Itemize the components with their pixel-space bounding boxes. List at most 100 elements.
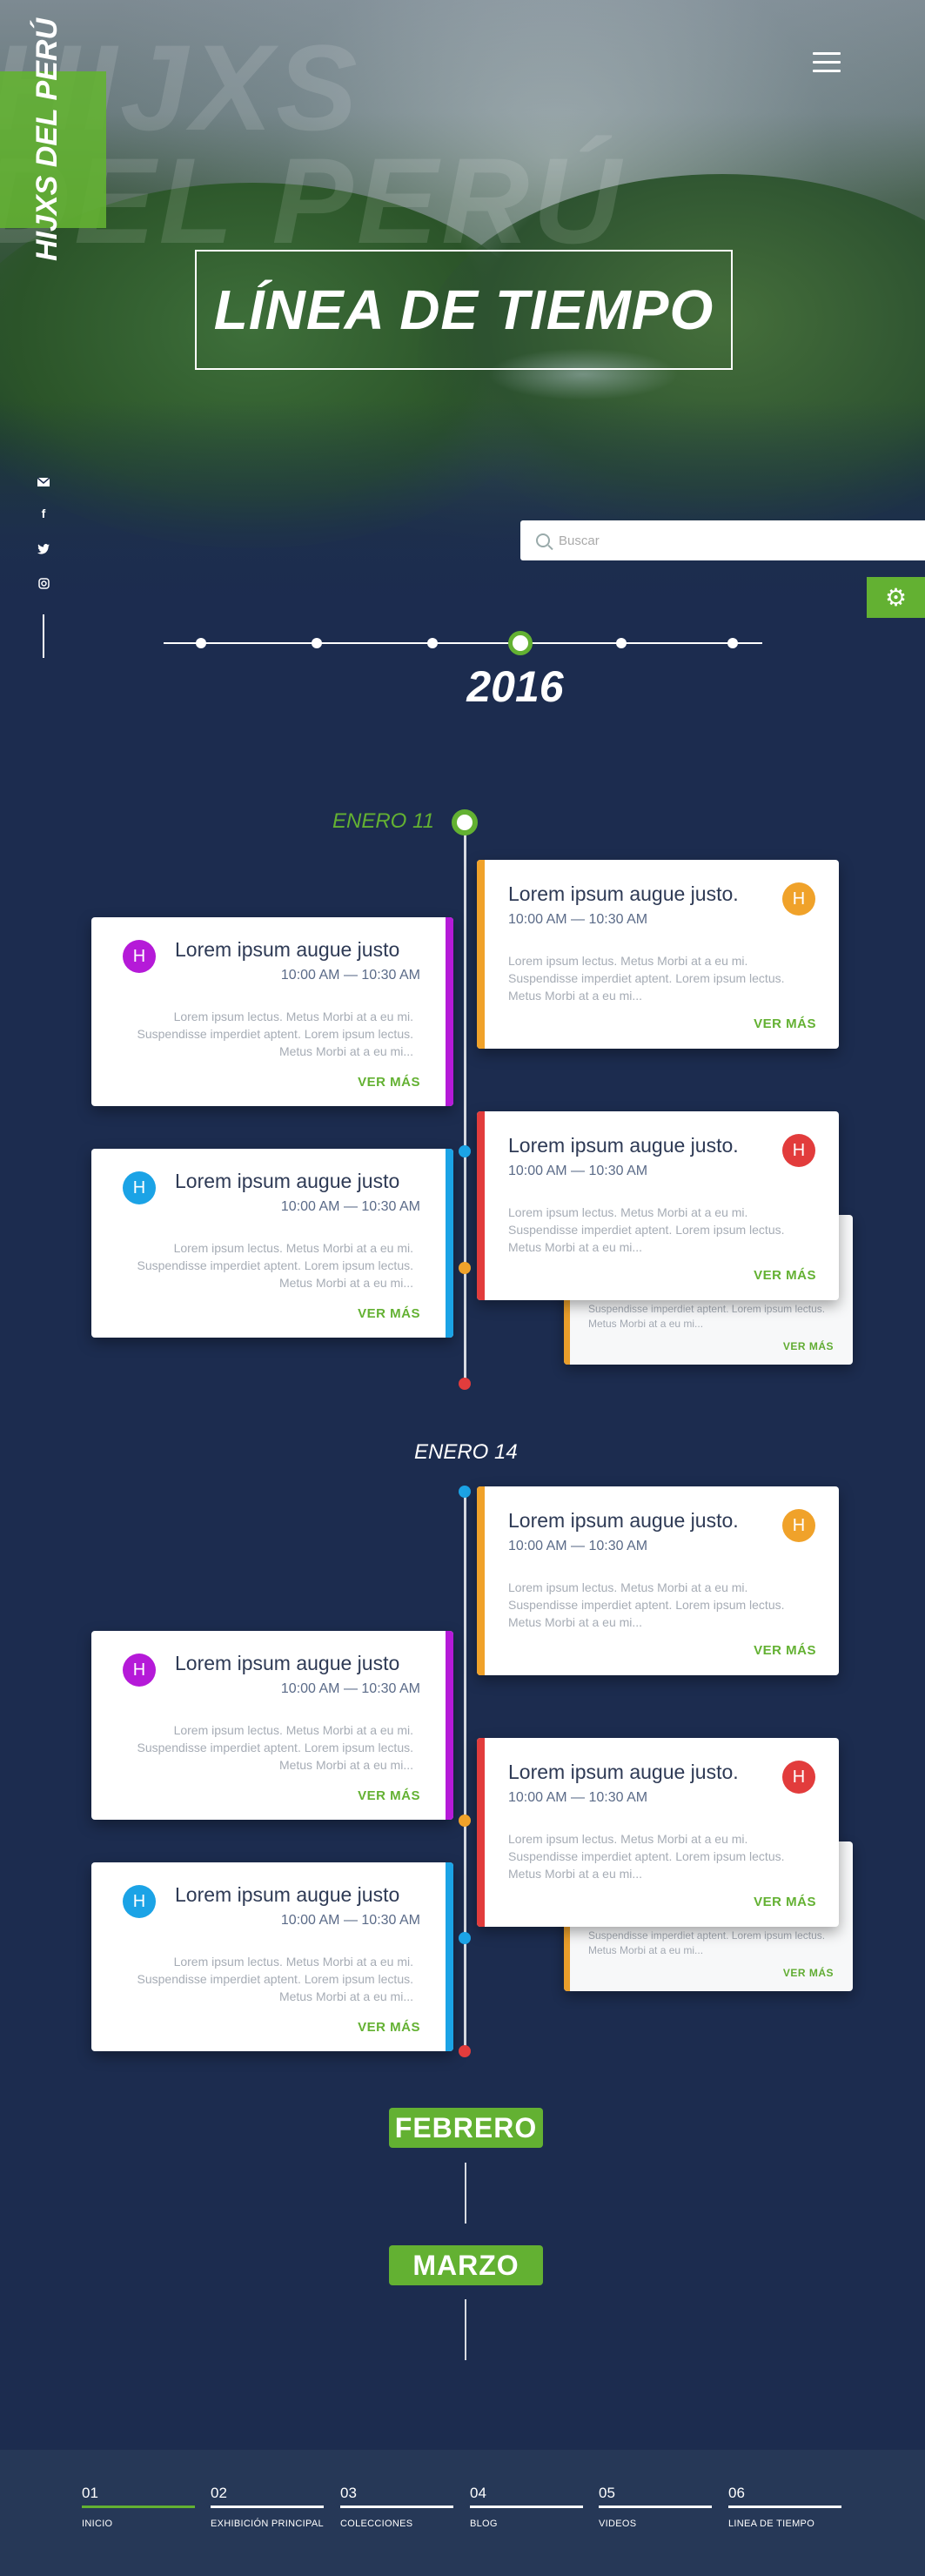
card-accent [446,1149,453,1338]
ver-mas-link[interactable]: VER MÁS [358,2020,420,2035]
ver-mas-link[interactable]: VER MÁS [783,1967,834,1979]
timeline-marker[interactable] [459,1932,471,1944]
twitter-icon[interactable] [35,543,52,557]
timeline-marker[interactable] [459,1815,471,1827]
footer-nav-item[interactable]: 03 COLECCIONES [340,2485,453,2529]
avatar: H [123,1885,156,1918]
card-time: 10:00 AM — 10:30 AM [508,1790,648,1805]
event-card[interactable]: Lorem ipsum augue justo. 10:00 AM — 10:3… [477,1486,839,1675]
hero-fade [0,400,925,627]
card-title: Lorem ipsum augue justo. [508,1134,739,1157]
card-body: Lorem ipsum lectus. Metus Morbi at a eu … [137,1723,414,1772]
nav-underline [211,2506,324,2508]
nav-underline [82,2506,195,2508]
card-body: Lorem ipsum lectus. Metus Morbi at a eu … [137,1241,414,1290]
avatar: H [123,940,156,973]
event-card[interactable]: H Lorem ipsum augue justo 10:00 AM — 10:… [91,917,453,1106]
nav-underline [599,2506,712,2508]
avatar: H [123,1654,156,1687]
timeline-axis [465,2299,466,2360]
ver-mas-link[interactable]: VER MÁS [754,1016,816,1031]
year-dot-active[interactable] [508,631,533,655]
event-card[interactable]: H Lorem ipsum augue justo 10:00 AM — 10:… [91,1631,453,1820]
hamburger-menu-icon[interactable] [813,52,841,73]
event-card[interactable]: H Lorem ipsum augue justo 10:00 AM — 10:… [91,1862,453,2051]
nav-number: 04 [470,2485,486,2501]
ver-mas-link[interactable]: VER MÁS [754,1895,816,1909]
search-bar[interactable] [520,520,925,560]
year-dot[interactable] [616,638,627,648]
ver-mas-link[interactable]: VER MÁS [358,1075,420,1090]
card-title: Lorem ipsum augue justo [175,1883,400,1906]
timeline-marker[interactable] [459,1378,471,1390]
avatar: H [782,1761,815,1794]
card-body: Lorem ipsum lectus. Metus Morbi at a eu … [137,1010,414,1058]
card-title: Lorem ipsum augue justo. [508,1509,739,1532]
card-accent [477,860,485,1049]
footer-nav-item[interactable]: 05 VIDEOS [599,2485,712,2529]
card-title: Lorem ipsum augue justo [175,1652,400,1674]
footer-nav-item[interactable]: 06 LINEA DE TIEMPO [728,2485,841,2529]
avatar: H [782,1134,815,1167]
footer-nav-item[interactable]: 01 INICIO [82,2485,195,2529]
footer-nav-item[interactable]: 02 EXHIBICIÓN PRINCIPAL [211,2485,324,2529]
social-divider [43,614,44,658]
nav-number: 05 [599,2485,615,2501]
brand-logo[interactable]: HIJXS DEL PERÚ [30,18,64,261]
event-card[interactable]: Lorem ipsum augue justo. 10:00 AM — 10:3… [477,860,839,1049]
ver-mas-link[interactable]: VER MÁS [754,1268,816,1283]
month-button-marzo[interactable]: MARZO [389,2245,543,2285]
card-time: 10:00 AM — 10:30 AM [508,912,648,927]
timeline-axis [464,822,466,1388]
timeline-node[interactable] [452,809,478,835]
card-body: Lorem ipsum lectus. Metus Morbi at a eu … [137,1955,414,2003]
year-dot[interactable] [312,638,322,648]
card-accent [446,917,453,1106]
date-label: ENERO 14 [414,1440,518,1464]
ver-mas-link[interactable]: VER MÁS [358,1306,420,1321]
event-card[interactable]: Lorem ipsum augue justo. 10:00 AM — 10:3… [477,1738,839,1927]
card-body: Lorem ipsum lectus. Metus Morbi at a eu … [508,1832,785,1881]
settings-gear-icon[interactable]: ⚙ [867,577,925,618]
nav-label: LINEA DE TIEMPO [728,2519,815,2529]
timeline-axis [464,1490,466,2052]
facebook-icon[interactable]: f [35,506,52,520]
card-body: Lorem ipsum lectus. Metus Morbi at a eu … [508,1205,785,1254]
footer-nav-item[interactable]: 04 BLOG [470,2485,583,2529]
ver-mas-link[interactable]: VER MÁS [358,1788,420,1803]
year-dot[interactable] [427,638,438,648]
instagram-icon[interactable] [35,578,52,592]
nav-number: 02 [211,2485,227,2501]
search-icon [536,533,550,547]
nav-underline [470,2506,583,2508]
year-dot[interactable] [196,638,206,648]
page-title: LÍNEA DE TIEMPO [213,278,714,341]
ver-mas-link[interactable]: VER MÁS [754,1643,816,1658]
date-label: ENERO 11 [332,809,434,833]
card-time: 10:00 AM — 10:30 AM [508,1539,648,1553]
timeline-marker[interactable] [459,1145,471,1157]
card-time: 10:00 AM — 10:30 AM [280,968,420,983]
ver-mas-link[interactable]: VER MÁS [783,1340,834,1352]
event-card[interactable]: H Lorem ipsum augue justo 10:00 AM — 10:… [91,1149,453,1338]
nav-label: INICIO [82,2519,113,2529]
card-time: 10:00 AM — 10:30 AM [280,1913,420,1928]
card-accent [477,1111,485,1300]
search-input[interactable] [559,533,889,548]
card-title: Lorem ipsum augue justo. [508,1761,739,1783]
card-time: 10:00 AM — 10:30 AM [280,1681,420,1696]
avatar: H [123,1171,156,1204]
year-dot[interactable] [727,638,738,648]
timeline-marker[interactable] [459,1486,471,1498]
year-slider-track [164,642,762,644]
nav-label: EXHIBICIÓN PRINCIPAL [211,2519,324,2529]
timeline-marker[interactable] [459,2045,471,2057]
nav-number: 03 [340,2485,357,2501]
card-body: Suspendisse imperdiet aptent. Lorem ipsu… [588,1929,826,1956]
mail-icon[interactable] [35,475,52,489]
nav-label: VIDEOS [599,2519,637,2529]
event-card[interactable]: Lorem ipsum augue justo. 10:00 AM — 10:3… [477,1111,839,1300]
timeline-marker[interactable] [459,1262,471,1274]
month-button-febrero[interactable]: FEBRERO [389,2108,543,2148]
card-accent [477,1738,485,1927]
